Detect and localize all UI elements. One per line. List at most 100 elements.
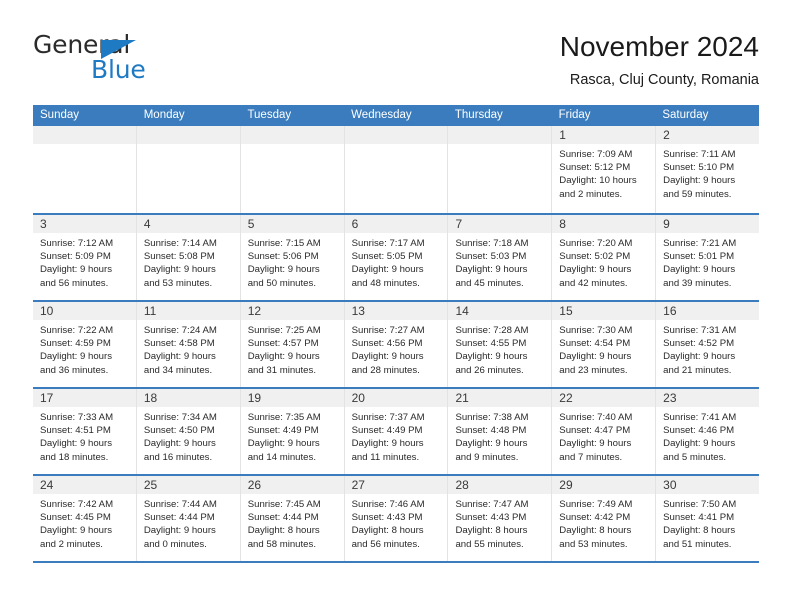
day-sun-info: Sunrise: 7:40 AM Sunset: 4:47 PM Dayligh… xyxy=(552,407,655,464)
sunset-text: Sunset: 5:09 PM xyxy=(40,251,111,263)
calendar-day-cell[interactable]: 25 Sunrise: 7:44 AM Sunset: 4:44 PM Dayl… xyxy=(136,476,241,561)
daylight-text-line2: and 5 minutes. xyxy=(663,451,727,463)
calendar-day-cell[interactable]: 22 Sunrise: 7:40 AM Sunset: 4:47 PM Dayl… xyxy=(552,389,657,474)
day-number-band: 3 xyxy=(33,215,136,233)
day-number-band xyxy=(33,126,136,144)
calendar-week-row: 17 Sunrise: 7:33 AM Sunset: 4:51 PM Dayl… xyxy=(33,387,760,474)
daylight-text-line2: and 23 minutes. xyxy=(559,364,628,376)
sunset-text: Sunset: 4:41 PM xyxy=(663,512,735,524)
sunrise-text: Sunrise: 7:17 AM xyxy=(351,238,425,249)
sunset-text: Sunset: 4:44 PM xyxy=(143,512,215,524)
calendar-week-row: 24 Sunrise: 7:42 AM Sunset: 4:45 PM Dayl… xyxy=(33,474,760,563)
calendar-day-cell[interactable]: 5 Sunrise: 7:15 AM Sunset: 5:06 PM Dayli… xyxy=(240,215,345,300)
calendar-day-cell[interactable]: 27 Sunrise: 7:46 AM Sunset: 4:43 PM Dayl… xyxy=(344,476,449,561)
sunset-text: Sunset: 4:45 PM xyxy=(40,512,111,524)
day-sun-info: Sunrise: 7:47 AM Sunset: 4:43 PM Dayligh… xyxy=(448,494,551,551)
sunset-text: Sunset: 4:57 PM xyxy=(247,338,319,350)
sunrise-text: Sunrise: 7:49 AM xyxy=(559,499,633,510)
daylight-text-line1: Daylight: 9 hours xyxy=(351,438,424,450)
calendar-day-cell[interactable]: 7 Sunrise: 7:18 AM Sunset: 5:03 PM Dayli… xyxy=(448,215,553,300)
sunrise-text: Sunrise: 7:46 AM xyxy=(351,499,425,510)
sunset-text: Sunset: 4:59 PM xyxy=(40,338,111,350)
calendar-day-cell[interactable] xyxy=(33,126,137,213)
calendar-day-cell[interactable]: 2 Sunrise: 7:11 AM Sunset: 5:10 PM Dayli… xyxy=(656,126,760,213)
day-number-band: 1 xyxy=(552,126,656,144)
calendar-day-cell[interactable]: 4 Sunrise: 7:14 AM Sunset: 5:08 PM Dayli… xyxy=(136,215,241,300)
calendar-day-cell[interactable]: 17 Sunrise: 7:33 AM Sunset: 4:51 PM Dayl… xyxy=(33,389,137,474)
calendar-day-cell[interactable]: 29 Sunrise: 7:49 AM Sunset: 4:42 PM Dayl… xyxy=(552,476,657,561)
daylight-text-line2: and 39 minutes. xyxy=(663,277,732,289)
calendar-day-cell[interactable] xyxy=(136,126,241,213)
daylight-text-line2: and 53 minutes. xyxy=(143,277,213,289)
day-sun-info: Sunrise: 7:22 AM Sunset: 4:59 PM Dayligh… xyxy=(33,320,136,377)
daylight-text-line1: Daylight: 8 hours xyxy=(559,525,632,537)
day-number: 23 xyxy=(663,391,677,405)
calendar-day-cell[interactable]: 14 Sunrise: 7:28 AM Sunset: 4:55 PM Dayl… xyxy=(448,302,553,387)
calendar-day-cell[interactable]: 18 Sunrise: 7:34 AM Sunset: 4:50 PM Dayl… xyxy=(136,389,241,474)
day-number-band: 12 xyxy=(240,302,344,320)
sunrise-text: Sunrise: 7:30 AM xyxy=(559,325,633,336)
sunset-text: Sunset: 4:55 PM xyxy=(455,338,527,350)
day-number-band: 18 xyxy=(136,389,240,407)
day-number: 2 xyxy=(663,128,670,142)
daylight-text-line1: Daylight: 9 hours xyxy=(247,438,320,450)
calendar-day-cell[interactable]: 19 Sunrise: 7:35 AM Sunset: 4:49 PM Dayl… xyxy=(240,389,345,474)
day-number-band: 27 xyxy=(344,476,448,494)
calendar-day-cell[interactable]: 10 Sunrise: 7:22 AM Sunset: 4:59 PM Dayl… xyxy=(33,302,137,387)
daylight-text-line2: and 31 minutes. xyxy=(247,364,316,376)
day-number-band: 4 xyxy=(136,215,240,233)
daylight-text-line1: Daylight: 8 hours xyxy=(455,525,528,537)
sunset-text: Sunset: 5:08 PM xyxy=(143,251,215,263)
calendar-day-cell[interactable]: 1 Sunrise: 7:09 AM Sunset: 5:12 PM Dayli… xyxy=(552,126,657,213)
calendar-day-cell[interactable]: 3 Sunrise: 7:12 AM Sunset: 5:09 PM Dayli… xyxy=(33,215,137,300)
day-number: 10 xyxy=(40,304,54,318)
calendar-day-cell[interactable]: 11 Sunrise: 7:24 AM Sunset: 4:58 PM Dayl… xyxy=(136,302,241,387)
day-number: 25 xyxy=(143,478,158,492)
daylight-text-line1: Daylight: 9 hours xyxy=(143,525,216,537)
sunset-text: Sunset: 4:47 PM xyxy=(559,425,631,437)
sunrise-text: Sunrise: 7:27 AM xyxy=(351,325,425,336)
calendar-day-cell[interactable]: 12 Sunrise: 7:25 AM Sunset: 4:57 PM Dayl… xyxy=(240,302,345,387)
calendar-day-cell[interactable]: 8 Sunrise: 7:20 AM Sunset: 5:02 PM Dayli… xyxy=(552,215,657,300)
calendar-day-cell[interactable] xyxy=(240,126,345,213)
daylight-text-line1: Daylight: 8 hours xyxy=(351,525,424,537)
daylight-text-line1: Daylight: 9 hours xyxy=(40,351,112,363)
sunset-text: Sunset: 5:06 PM xyxy=(247,251,319,263)
day-sun-info: Sunrise: 7:42 AM Sunset: 4:45 PM Dayligh… xyxy=(33,494,136,551)
calendar-day-cell[interactable]: 21 Sunrise: 7:38 AM Sunset: 4:48 PM Dayl… xyxy=(448,389,553,474)
day-number: 21 xyxy=(455,391,469,405)
daylight-text-line1: Daylight: 8 hours xyxy=(663,525,736,537)
calendar-day-cell[interactable]: 20 Sunrise: 7:37 AM Sunset: 4:49 PM Dayl… xyxy=(344,389,449,474)
daylight-text-line2: and 28 minutes. xyxy=(351,364,420,376)
day-number: 1 xyxy=(559,128,566,142)
calendar-day-cell[interactable]: 26 Sunrise: 7:45 AM Sunset: 4:44 PM Dayl… xyxy=(240,476,345,561)
sunset-text: Sunset: 5:10 PM xyxy=(663,162,735,174)
calendar-day-cell[interactable] xyxy=(448,126,553,213)
day-sun-info: Sunrise: 7:27 AM Sunset: 4:56 PM Dayligh… xyxy=(345,320,448,377)
daylight-text-line2: and 21 minutes. xyxy=(663,364,732,376)
day-sun-info: Sunrise: 7:12 AM Sunset: 5:09 PM Dayligh… xyxy=(33,233,136,290)
sunset-text: Sunset: 4:50 PM xyxy=(143,425,215,437)
sunset-text: Sunset: 4:49 PM xyxy=(247,425,319,437)
calendar-day-cell[interactable]: 6 Sunrise: 7:17 AM Sunset: 5:05 PM Dayli… xyxy=(344,215,449,300)
calendar-day-cell[interactable]: 28 Sunrise: 7:47 AM Sunset: 4:43 PM Dayl… xyxy=(448,476,553,561)
calendar-day-cell[interactable]: 23 Sunrise: 7:41 AM Sunset: 4:46 PM Dayl… xyxy=(656,389,760,474)
day-number: 17 xyxy=(40,391,54,405)
daylight-text-line2: and 56 minutes. xyxy=(40,277,109,289)
day-sun-info: Sunrise: 7:14 AM Sunset: 5:08 PM Dayligh… xyxy=(137,233,240,290)
sunrise-text: Sunrise: 7:34 AM xyxy=(143,412,217,423)
calendar-day-cell[interactable] xyxy=(344,126,449,213)
day-number-band: 15 xyxy=(552,302,656,320)
sunrise-text: Sunrise: 7:15 AM xyxy=(247,238,321,249)
calendar-day-cell[interactable]: 16 Sunrise: 7:31 AM Sunset: 4:52 PM Dayl… xyxy=(656,302,760,387)
day-number: 16 xyxy=(663,304,677,318)
day-number-band: 13 xyxy=(344,302,448,320)
calendar-day-cell[interactable]: 30 Sunrise: 7:50 AM Sunset: 4:41 PM Dayl… xyxy=(656,476,760,561)
calendar-day-cell[interactable]: 15 Sunrise: 7:30 AM Sunset: 4:54 PM Dayl… xyxy=(552,302,657,387)
day-number-band: 24 xyxy=(33,476,136,494)
calendar-page: General Blue November 2024 Rasca, Cluj C… xyxy=(0,0,792,612)
sunset-text: Sunset: 4:44 PM xyxy=(247,512,319,524)
calendar-day-cell[interactable]: 13 Sunrise: 7:27 AM Sunset: 4:56 PM Dayl… xyxy=(344,302,449,387)
calendar-day-cell[interactable]: 24 Sunrise: 7:42 AM Sunset: 4:45 PM Dayl… xyxy=(33,476,137,561)
calendar-day-cell[interactable]: 9 Sunrise: 7:21 AM Sunset: 5:01 PM Dayli… xyxy=(656,215,760,300)
